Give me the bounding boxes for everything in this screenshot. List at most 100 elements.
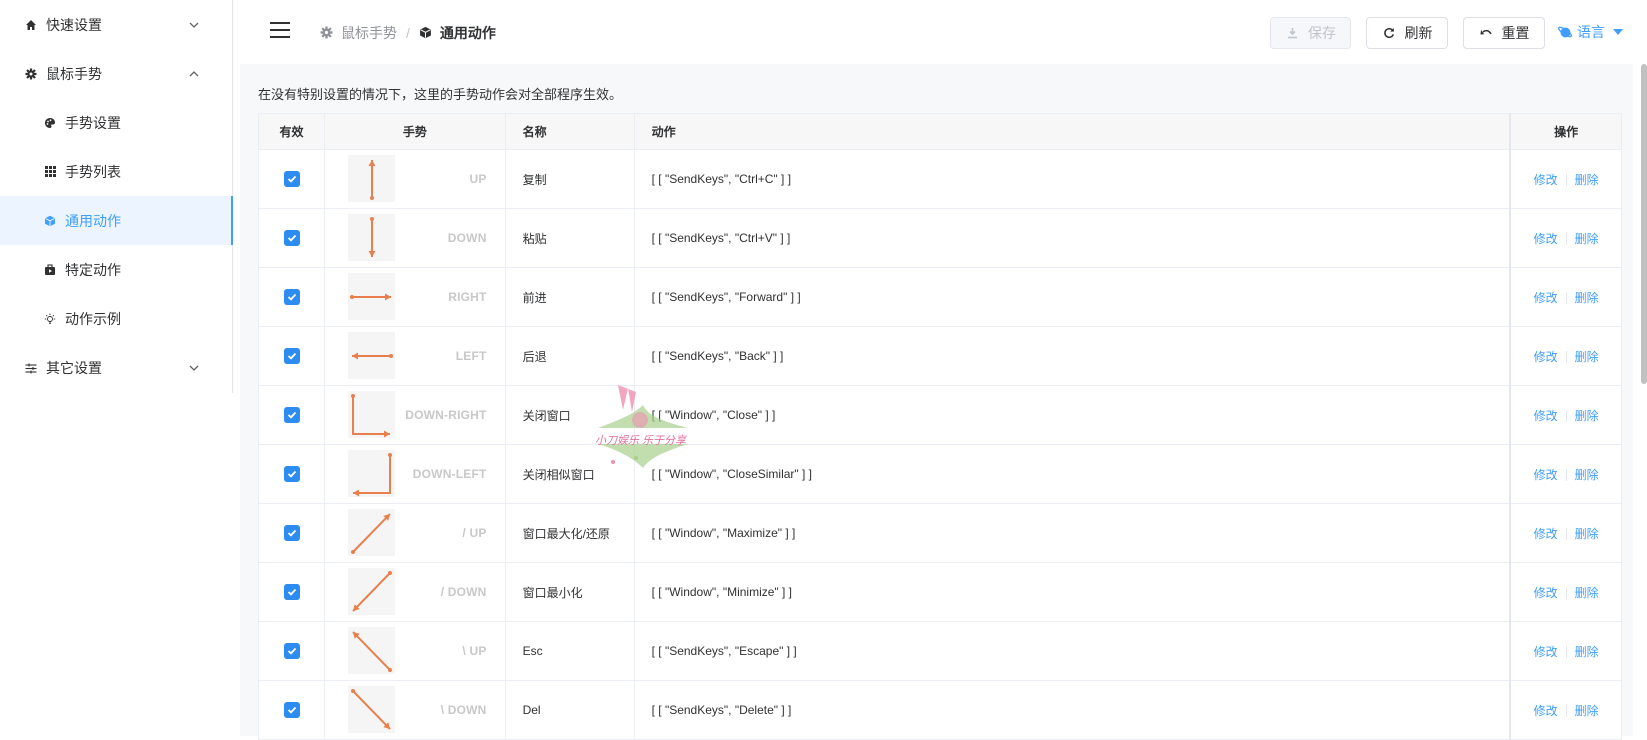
gesture-label: \ DOWN xyxy=(440,703,487,717)
enabled-checkbox[interactable] xyxy=(283,348,300,364)
edit-link[interactable]: 修改 xyxy=(1534,173,1558,187)
gesture-arrowhead xyxy=(368,251,376,257)
column-header-enabled: 有效 xyxy=(257,113,326,150)
chevron-down-icon xyxy=(188,362,200,374)
sidebar-item-label: 其它设置 xyxy=(46,359,102,376)
action-cell: [ [ "Window", "Close" ] ] xyxy=(633,385,1511,445)
vertical-scrollbar[interactable] xyxy=(1641,64,1647,384)
sidebar-item-gesture-list[interactable]: 手势列表 xyxy=(0,147,232,196)
reset-label: 重置 xyxy=(1501,25,1530,41)
gesture-cell: / DOWN xyxy=(324,562,506,622)
table-row: DOWN-RIGHT 关闭窗口 [ [ "Window", "Close" ] … xyxy=(257,385,1623,445)
sidebar-item-action-examples[interactable]: 动作示例 xyxy=(0,294,232,343)
delete-link[interactable]: 删除 xyxy=(1575,468,1599,482)
gesture-path xyxy=(353,455,392,494)
enabled-checkbox[interactable] xyxy=(283,466,300,482)
enabled-checkbox[interactable] xyxy=(283,643,300,659)
gesture-start-dot xyxy=(388,571,393,575)
delete-link[interactable]: 删除 xyxy=(1575,232,1599,246)
sidebar-item-specific-actions[interactable]: 特定动作 xyxy=(0,245,232,294)
breadcrumb-item-general-actions: 通用动作 xyxy=(419,23,496,43)
breadcrumb-label: 通用动作 xyxy=(439,25,496,41)
enabled-checkbox[interactable] xyxy=(283,702,300,718)
language-dropdown[interactable]: 语言 xyxy=(1557,22,1623,42)
edit-link[interactable]: 修改 xyxy=(1534,586,1558,600)
delete-link[interactable]: 删除 xyxy=(1575,645,1599,659)
gesture-label: / DOWN xyxy=(440,585,487,599)
breadcrumb-separator: / xyxy=(406,25,410,41)
name-cell: Del xyxy=(504,680,635,740)
gesture-arrowhead xyxy=(368,160,376,166)
name-cell: 关闭相似窗口 xyxy=(504,444,635,504)
edit-link[interactable]: 修改 xyxy=(1534,409,1558,423)
palette-icon xyxy=(43,116,57,130)
enabled-checkbox[interactable] xyxy=(283,230,300,246)
edit-link[interactable]: 修改 xyxy=(1534,291,1558,305)
enabled-checkbox[interactable] xyxy=(283,525,300,541)
action-cell: [ [ "Window", "Maximize" ] ] xyxy=(633,503,1511,563)
enabled-cell xyxy=(257,385,326,445)
enabled-checkbox[interactable] xyxy=(283,407,300,423)
grid-icon xyxy=(43,165,57,179)
sidebar-item-label: 特定动作 xyxy=(65,261,121,278)
gesture-start-dot xyxy=(351,394,356,398)
delete-link[interactable]: 删除 xyxy=(1575,527,1599,541)
edit-link[interactable]: 修改 xyxy=(1534,704,1558,718)
table-row: \ DOWN Del [ [ "SendKeys", "Delete" ] ] … xyxy=(257,680,1623,740)
edit-link[interactable]: 修改 xyxy=(1534,350,1558,364)
cube-icon xyxy=(43,214,57,228)
reset-button[interactable]: 重置 xyxy=(1463,17,1545,49)
gesture-arrow-icon xyxy=(348,450,396,497)
delete-link[interactable]: 删除 xyxy=(1575,704,1599,718)
gesture-label: DOWN-RIGHT xyxy=(405,408,487,422)
delete-link[interactable]: 删除 xyxy=(1575,173,1599,187)
column-header-action: 动作 xyxy=(633,113,1511,150)
check-icon xyxy=(287,470,296,478)
gesture-label: / UP xyxy=(462,526,487,540)
save-button[interactable]: 保存 xyxy=(1270,17,1351,49)
name-cell: 窗口最大化/还原 xyxy=(504,503,635,563)
enabled-cell xyxy=(257,503,326,563)
actions-table: 有效 手势 名称 动作 操作 UP 复制 [ [ "SendKeys", "Ct… xyxy=(257,113,1623,740)
menu-toggle-icon[interactable] xyxy=(270,22,290,38)
operations-cell: 修改 删除 xyxy=(1509,385,1623,445)
refresh-button[interactable]: 刷新 xyxy=(1366,17,1448,49)
gesture-arrow-icon xyxy=(348,155,396,202)
enabled-checkbox[interactable] xyxy=(283,584,300,600)
sidebar-item-other-settings[interactable]: 其它设置 xyxy=(0,343,232,392)
home-icon xyxy=(24,18,38,32)
enabled-cell xyxy=(257,149,326,209)
edit-link[interactable]: 修改 xyxy=(1534,232,1558,246)
name-cell: Esc xyxy=(504,621,635,681)
gesture-path xyxy=(352,513,391,553)
edit-link[interactable]: 修改 xyxy=(1534,645,1558,659)
lightbulb-icon xyxy=(43,312,57,326)
delete-link[interactable]: 删除 xyxy=(1575,350,1599,364)
sidebar-item-mouse-gesture[interactable]: 鼠标手势 xyxy=(0,49,232,98)
check-icon xyxy=(287,352,296,360)
enabled-checkbox[interactable] xyxy=(283,171,300,187)
delete-link[interactable]: 删除 xyxy=(1575,586,1599,600)
edit-link[interactable]: 修改 xyxy=(1534,527,1558,541)
column-header-name: 名称 xyxy=(504,113,635,150)
enabled-checkbox[interactable] xyxy=(283,289,300,305)
check-icon xyxy=(287,529,296,537)
name-cell: 窗口最小化 xyxy=(504,562,635,622)
main-content: 在没有特别设置的情况下，这里的手势动作会对全部程序生效。 有效 手势 名称 动作… xyxy=(240,64,1633,740)
breadcrumb-item-mouse-gesture[interactable]: 鼠标手势 xyxy=(320,23,397,43)
sidebar-item-quick-settings[interactable]: 快速设置 xyxy=(0,0,232,49)
delete-link[interactable]: 删除 xyxy=(1575,291,1599,305)
delete-link[interactable]: 删除 xyxy=(1575,409,1599,423)
action-cell: [ [ "SendKeys", "Back" ] ] xyxy=(633,326,1511,386)
download-icon xyxy=(1285,26,1299,40)
sidebar-item-general-actions[interactable]: 通用动作 xyxy=(0,196,233,245)
gear-icon xyxy=(320,26,334,40)
gesture-path xyxy=(352,396,391,435)
gesture-start-dot xyxy=(370,217,375,221)
table-row: UP 复制 [ [ "SendKeys", "Ctrl+C" ] ] 修改 删除 xyxy=(257,149,1623,209)
edit-link[interactable]: 修改 xyxy=(1534,468,1558,482)
sidebar-item-gesture-settings[interactable]: 手势设置 xyxy=(0,98,232,147)
name-cell: 前进 xyxy=(504,267,635,327)
divider xyxy=(1565,646,1567,659)
operations-cell: 修改 删除 xyxy=(1509,562,1623,622)
